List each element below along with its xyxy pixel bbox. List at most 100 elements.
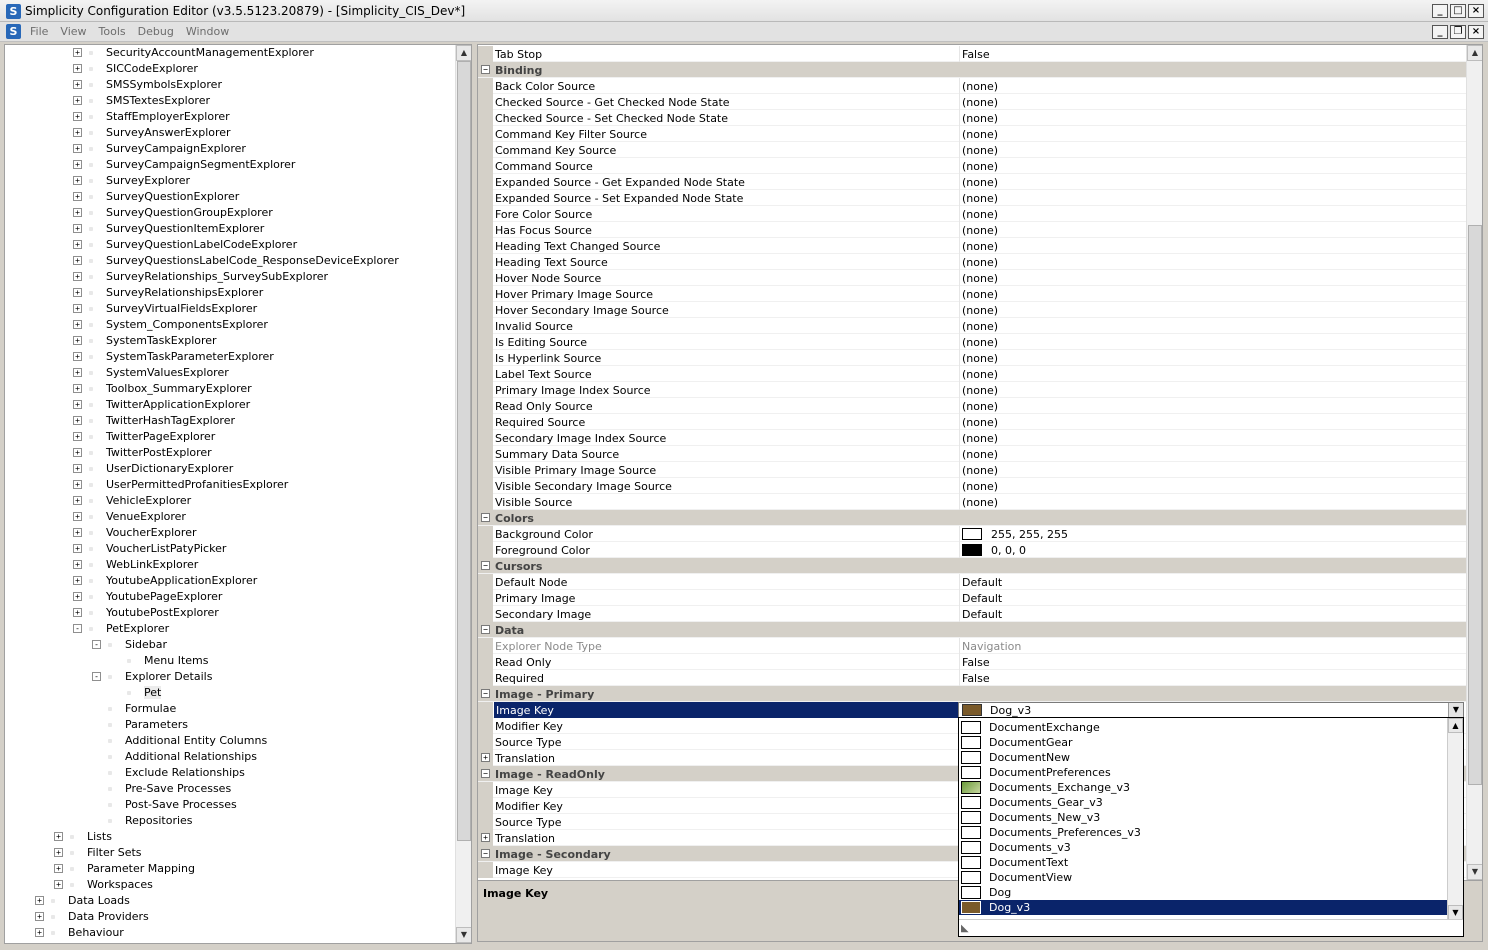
expand-icon[interactable]: + bbox=[73, 320, 82, 329]
property-row[interactable]: Is Hyperlink Source (none) bbox=[478, 350, 1466, 366]
close-icon[interactable]: × bbox=[1468, 4, 1484, 18]
property-row[interactable]: Hover Node Source (none) bbox=[478, 270, 1466, 286]
expand-icon[interactable]: + bbox=[73, 544, 82, 553]
property-value[interactable]: (none) bbox=[962, 416, 998, 429]
expand-icon[interactable]: + bbox=[73, 272, 82, 281]
property-value[interactable]: (none) bbox=[962, 336, 998, 349]
mdi-restore-icon[interactable]: ❐ bbox=[1450, 25, 1466, 39]
property-row[interactable]: Required Source (none) bbox=[478, 414, 1466, 430]
expand-icon[interactable]: + bbox=[73, 368, 82, 377]
property-category[interactable]: − Image - Primary bbox=[478, 686, 1466, 702]
dropdown-item[interactable]: DocumentPreferences bbox=[959, 765, 1448, 780]
property-row[interactable]: Read Only False bbox=[478, 654, 1466, 670]
property-value[interactable]: False bbox=[962, 656, 990, 669]
property-value[interactable]: Default bbox=[962, 608, 1002, 621]
property-row[interactable]: Heading Text Changed Source (none) bbox=[478, 238, 1466, 254]
tree-node[interactable]: Parameters bbox=[5, 717, 455, 733]
tree-node[interactable]: Menu Items bbox=[5, 653, 455, 669]
property-value[interactable]: (none) bbox=[962, 304, 998, 317]
dd-scroll-down-icon[interactable]: ▼ bbox=[1448, 905, 1463, 920]
expand-icon[interactable]: + bbox=[73, 144, 82, 153]
property-value[interactable]: (none) bbox=[962, 496, 998, 509]
dropdown-arrow-icon[interactable]: ▼ bbox=[1448, 703, 1463, 717]
property-row[interactable]: Visible Primary Image Source (none) bbox=[478, 462, 1466, 478]
property-value[interactable]: (none) bbox=[962, 240, 998, 253]
tree-node[interactable]: + StaffEmployerExplorer bbox=[5, 109, 455, 125]
expand-icon[interactable]: + bbox=[73, 64, 82, 73]
expand-icon[interactable]: + bbox=[73, 448, 82, 457]
tree-node[interactable]: + SMSTextesExplorer bbox=[5, 93, 455, 109]
collapse-icon[interactable]: - bbox=[73, 624, 82, 633]
scroll-thumb[interactable] bbox=[457, 61, 471, 841]
property-row[interactable]: Primary Image Index Source (none) bbox=[478, 382, 1466, 398]
expand-icon[interactable]: + bbox=[54, 864, 63, 873]
scroll-down-icon[interactable]: ▼ bbox=[456, 927, 471, 943]
property-value[interactable]: (none) bbox=[962, 144, 998, 157]
tree-node[interactable]: Post-Save Processes bbox=[5, 797, 455, 813]
tree-node[interactable]: + SurveyRelationships_SurveySubExplorer bbox=[5, 269, 455, 285]
property-scrollbar[interactable]: ▲ ▼ bbox=[1466, 45, 1482, 880]
expand-icon[interactable]: + bbox=[73, 400, 82, 409]
tree-node[interactable]: + Data Loads bbox=[5, 893, 455, 909]
tree-node[interactable]: Formulae bbox=[5, 701, 455, 717]
mdi-close-icon[interactable]: × bbox=[1468, 25, 1484, 39]
expand-icon[interactable]: + bbox=[481, 753, 490, 762]
app-icon[interactable]: S bbox=[6, 4, 21, 19]
tree-node[interactable]: + TwitterPageExplorer bbox=[5, 429, 455, 445]
property-value[interactable]: (none) bbox=[962, 192, 998, 205]
property-value[interactable]: (none) bbox=[962, 208, 998, 221]
expand-icon[interactable]: + bbox=[481, 833, 490, 842]
tree-node[interactable]: + SurveyQuestionExplorer bbox=[5, 189, 455, 205]
dd-scroll-up-icon[interactable]: ▲ bbox=[1448, 718, 1463, 733]
property-row[interactable]: Primary Image Default bbox=[478, 590, 1466, 606]
property-row[interactable]: Fore Color Source (none) bbox=[478, 206, 1466, 222]
collapse-icon[interactable]: − bbox=[481, 849, 490, 858]
tree-node[interactable]: + VoucherListPatyPicker bbox=[5, 541, 455, 557]
property-value[interactable]: (none) bbox=[962, 352, 998, 365]
tree-node[interactable]: + SurveyCampaignExplorer bbox=[5, 141, 455, 157]
property-value[interactable]: (none) bbox=[962, 272, 998, 285]
tree-node[interactable]: + Behaviour bbox=[5, 925, 455, 941]
tree-node[interactable]: + System_ComponentsExplorer bbox=[5, 317, 455, 333]
property-row[interactable]: Checked Source - Get Checked Node State (… bbox=[478, 94, 1466, 110]
expand-icon[interactable]: + bbox=[73, 48, 82, 57]
tree-node[interactable]: + Parameter Mapping bbox=[5, 861, 455, 877]
property-row[interactable]: Command Key Source (none) bbox=[478, 142, 1466, 158]
expand-icon[interactable]: + bbox=[73, 560, 82, 569]
tree-node[interactable]: + SurveyExplorer bbox=[5, 173, 455, 189]
dropdown-item[interactable]: Dog_v3 bbox=[959, 900, 1448, 915]
expand-icon[interactable]: + bbox=[35, 928, 44, 937]
tree-node[interactable]: + SurveyQuestionsLabelCode_ResponseDevice… bbox=[5, 253, 455, 269]
property-row[interactable]: Secondary Image Default bbox=[478, 606, 1466, 622]
prop-scroll-up-icon[interactable]: ▲ bbox=[1467, 45, 1482, 61]
expand-icon[interactable]: + bbox=[73, 608, 82, 617]
property-row[interactable]: Hover Primary Image Source (none) bbox=[478, 286, 1466, 302]
dropdown-item[interactable]: DocumentView bbox=[959, 870, 1448, 885]
mdi-minimize-icon[interactable]: _ bbox=[1432, 25, 1448, 39]
property-value[interactable]: Default bbox=[962, 592, 1002, 605]
expand-icon[interactable]: + bbox=[73, 128, 82, 137]
dropdown-item[interactable]: Documents_Preferences_v3 bbox=[959, 825, 1448, 840]
expand-icon[interactable]: + bbox=[35, 912, 44, 921]
expand-icon[interactable]: + bbox=[73, 192, 82, 201]
property-row[interactable]: Command Source (none) bbox=[478, 158, 1466, 174]
tree-node[interactable]: + SICCodeExplorer bbox=[5, 61, 455, 77]
expand-icon[interactable]: + bbox=[73, 480, 82, 489]
expand-icon[interactable]: + bbox=[73, 240, 82, 249]
property-category[interactable]: − Binding bbox=[478, 62, 1466, 78]
dropdown-item[interactable]: DocumentExchange bbox=[959, 720, 1448, 735]
dropdown-scrollbar[interactable]: ▲ ▼ bbox=[1447, 718, 1463, 920]
document-icon[interactable]: S bbox=[6, 24, 21, 39]
tree-node[interactable]: + TwitterApplicationExplorer bbox=[5, 397, 455, 413]
property-row[interactable]: Secondary Image Index Source (none) bbox=[478, 430, 1466, 446]
tree-node[interactable]: + YoutubeApplicationExplorer bbox=[5, 573, 455, 589]
property-value[interactable]: (none) bbox=[962, 80, 998, 93]
tree-node[interactable]: + Workspaces bbox=[5, 877, 455, 893]
minimize-icon[interactable]: _ bbox=[1432, 4, 1448, 18]
property-value[interactable]: (none) bbox=[962, 112, 998, 125]
menu-debug[interactable]: Debug bbox=[138, 25, 174, 38]
tree-node[interactable]: + SystemTaskParameterExplorer bbox=[5, 349, 455, 365]
image-key-dropdown[interactable]: DocumentExchange DocumentGear DocumentNew D… bbox=[958, 717, 1464, 937]
tree-node[interactable]: Additional Entity Columns bbox=[5, 733, 455, 749]
property-row[interactable]: Command Key Filter Source (none) bbox=[478, 126, 1466, 142]
